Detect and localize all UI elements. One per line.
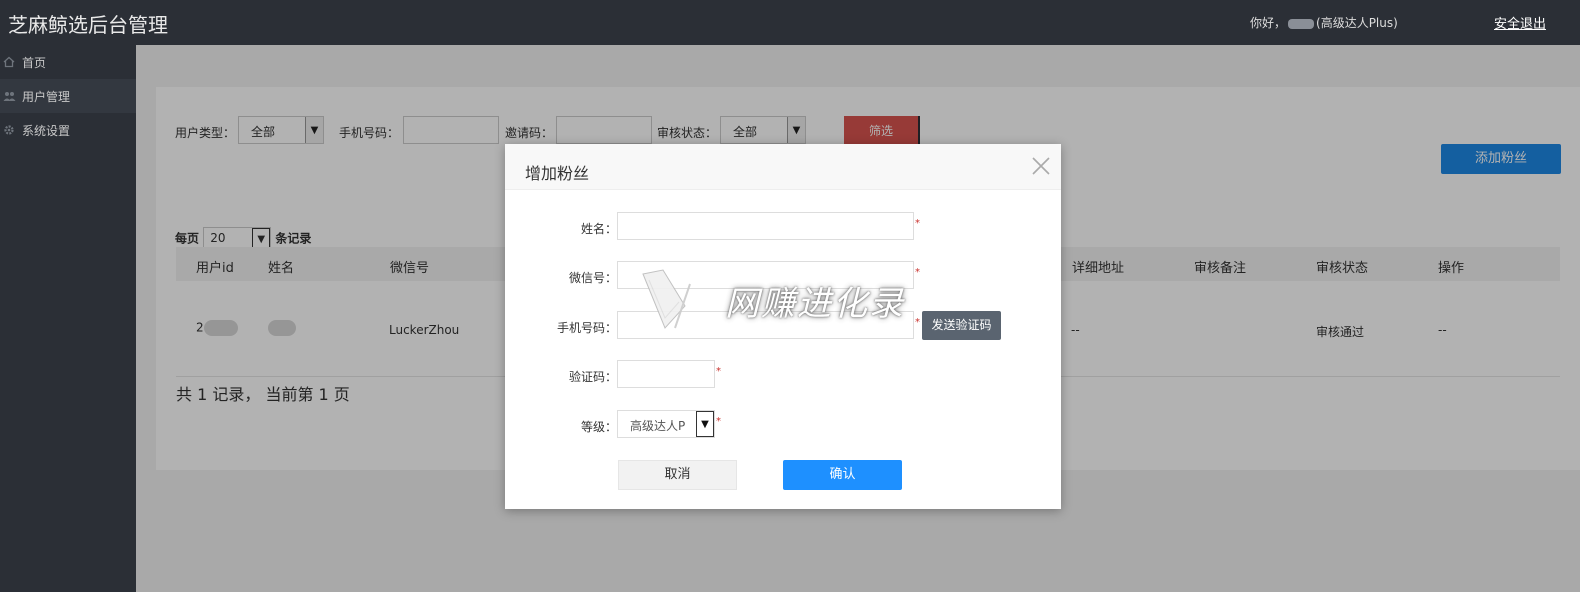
sidebar-item-home[interactable]: 首页: [0, 45, 136, 79]
phone-label: 手机号码：: [556, 321, 617, 335]
logout-link[interactable]: 安全退出: [1494, 13, 1546, 32]
close-icon[interactable]: [1031, 156, 1051, 176]
chevron-down-icon: ▼: [696, 411, 714, 437]
level-label: 等级：: [580, 420, 617, 434]
required-mark: *: [915, 218, 920, 229]
sidebar-item-label: 系统设置: [22, 123, 71, 138]
watermark-text: 网赚进化录: [725, 284, 905, 324]
sidebar-item-settings[interactable]: 系统设置: [0, 113, 136, 147]
name-input[interactable]: [617, 212, 914, 240]
sidebar-item-users[interactable]: 用户管理: [0, 79, 136, 113]
level-value: 高级达人P: [630, 419, 686, 433]
sidebar-item-label: 用户管理: [22, 89, 71, 104]
blurred-username: [1288, 18, 1315, 29]
required-mark: *: [716, 416, 721, 427]
app-title: 芝麻鲸选后台管理: [8, 13, 168, 37]
users-icon: [2, 89, 16, 103]
required-mark: *: [716, 366, 721, 377]
sidebar: 首页 用户管理 系统设置: [0, 45, 136, 592]
code-input[interactable]: [617, 360, 715, 388]
greeting-suffix: (高级达人Plus): [1316, 16, 1398, 30]
name-label: 姓名：: [580, 222, 617, 236]
greeting-prefix: 你好，: [1250, 16, 1287, 30]
confirm-button[interactable]: 确认: [783, 460, 902, 490]
add-fan-modal: 增加粉丝 姓名： * 微信号： * 手机号码： * 发送验证码 验证码： * 等…: [505, 144, 1061, 509]
sidebar-item-label: 首页: [22, 55, 47, 70]
modal-header: 增加粉丝: [505, 144, 1061, 190]
watermark: 网赚进化录: [635, 266, 935, 336]
modal-title: 增加粉丝: [525, 164, 590, 183]
level-select[interactable]: 高级达人P ▼: [617, 410, 715, 438]
home-icon: [2, 55, 16, 69]
watermark-logo-icon: [642, 269, 691, 329]
top-bar: 芝麻鲸选后台管理 你好， (高级达人Plus) 安全退出: [0, 0, 1580, 45]
wechat-label: 微信号：: [568, 271, 617, 285]
code-label: 验证码：: [568, 370, 617, 384]
user-greeting: 你好， (高级达人Plus): [1250, 14, 1398, 31]
gear-icon: [2, 123, 16, 137]
cancel-button[interactable]: 取消: [618, 460, 737, 490]
